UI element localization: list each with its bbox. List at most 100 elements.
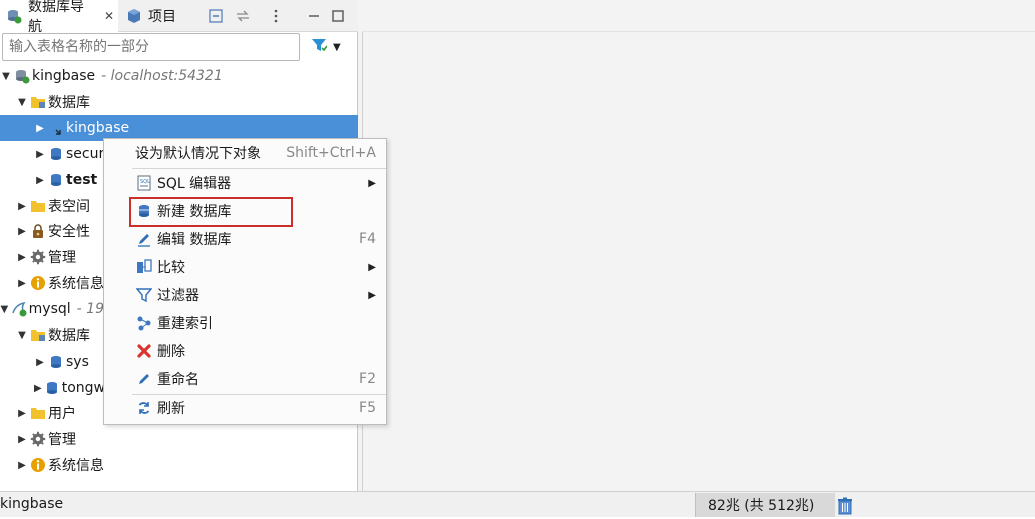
- tab-projects[interactable]: 项目: [120, 0, 180, 32]
- project-icon: [126, 8, 142, 24]
- folder-icon: [30, 198, 46, 214]
- svg-text:SQL: SQL: [140, 179, 150, 185]
- view-menu-icon[interactable]: [268, 8, 284, 24]
- tree-folder-admin[interactable]: ▶ 管理: [16, 244, 104, 270]
- collapsed-arrow-icon[interactable]: ▶: [34, 123, 46, 134]
- minimize-icon[interactable]: [306, 8, 322, 24]
- menu-compare[interactable]: 比较 ▶: [104, 254, 386, 280]
- tab-database-navigator[interactable]: 数据库导航 ✕: [0, 0, 118, 35]
- expanded-arrow-icon[interactable]: ▼: [0, 71, 12, 82]
- gear-icon: [30, 431, 46, 447]
- tree-folder-sysinfo[interactable]: ▶ 系统信息: [16, 270, 104, 296]
- connection-host: - 19: [76, 301, 104, 317]
- collapsed-arrow-icon[interactable]: ▶: [34, 149, 46, 160]
- menu-refresh[interactable]: 刷新 F5: [104, 395, 386, 421]
- menu-filter[interactable]: 过滤器 ▶: [104, 282, 386, 308]
- tree-label: 安全性: [48, 224, 90, 240]
- trash-icon[interactable]: [837, 497, 853, 515]
- collapsed-arrow-icon[interactable]: ▶: [16, 201, 28, 212]
- filter-settings-button[interactable]: ▼: [311, 38, 351, 56]
- collapsed-arrow-icon[interactable]: ▶: [16, 252, 28, 263]
- tree-label: test: [66, 172, 98, 188]
- collapsed-arrow-icon[interactable]: ▶: [34, 383, 42, 394]
- editor-tab-strip: [362, 0, 1035, 32]
- edit-icon: [136, 231, 152, 247]
- menu-label: 过滤器: [157, 288, 199, 304]
- collapse-all-icon[interactable]: [208, 8, 224, 24]
- chevron-down-icon: ▼: [333, 41, 341, 53]
- menu-shortcut: F2: [359, 371, 376, 387]
- tree-folder-sysinfo[interactable]: ▶ 系统信息: [16, 452, 136, 478]
- table-filter-input[interactable]: [2, 33, 300, 61]
- tree-folder-users[interactable]: ▶ 用户: [16, 400, 104, 426]
- expanded-arrow-icon[interactable]: ▼: [16, 97, 28, 108]
- collapsed-arrow-icon[interactable]: ▶: [34, 175, 46, 186]
- tree-db-tongw[interactable]: ▶ tongw: [34, 375, 104, 401]
- filter-icon: [311, 37, 328, 57]
- tree-folder-admin[interactable]: ▶ 管理: [16, 426, 136, 452]
- refresh-icon: [136, 400, 152, 416]
- close-icon[interactable]: ✕: [104, 9, 114, 23]
- menu-label: 重建索引: [157, 316, 213, 332]
- menu-shortcut: Shift+Ctrl+A: [286, 145, 376, 161]
- menu-label: 编辑 数据库: [157, 232, 232, 248]
- database-navigator-icon: [6, 8, 22, 24]
- connection-name: kingbase: [32, 68, 96, 84]
- tree-folder-tablespaces[interactable]: ▶ 表空间: [16, 193, 104, 219]
- expanded-arrow-icon[interactable]: ▼: [16, 330, 28, 341]
- rebuild-index-icon: [136, 315, 152, 331]
- heap-status[interactable]: 82兆 (共 512兆): [695, 493, 835, 517]
- menu-label: 删除: [157, 344, 185, 360]
- collapsed-arrow-icon[interactable]: ▶: [16, 460, 28, 471]
- connection-name: mysql: [28, 301, 71, 317]
- maximize-icon[interactable]: [330, 8, 346, 24]
- tree-label: tongw: [61, 380, 104, 396]
- tree-folder-security[interactable]: ▶ 安全性: [16, 218, 104, 244]
- submenu-arrow-icon: ▶: [368, 261, 376, 273]
- collapsed-arrow-icon[interactable]: ▶: [16, 408, 28, 419]
- tree-connection-kingbase[interactable]: ▼ kingbase - localhost:54321: [0, 63, 358, 89]
- tree-label: 系统信息: [48, 458, 104, 474]
- tree-db-test[interactable]: ▶ test: [34, 167, 104, 193]
- expanded-arrow-icon[interactable]: ▼: [0, 304, 9, 315]
- database-icon: [48, 354, 64, 370]
- tree-label: kingbase: [66, 120, 130, 136]
- menu-set-default[interactable]: 设为默认情况下对象 Shift+Ctrl+A: [104, 140, 386, 166]
- menu-rename[interactable]: 重命名 F2: [104, 366, 386, 392]
- tree-db-security[interactable]: ▶ secur: [34, 141, 114, 167]
- tab-label: 项目: [148, 9, 176, 25]
- collapsed-arrow-icon[interactable]: ▶: [16, 226, 28, 237]
- connection-host: - localhost:54321: [101, 68, 223, 84]
- tree-label: sys: [66, 354, 89, 370]
- database-icon: [48, 172, 64, 188]
- tree-db-sys[interactable]: ▶ sys: [34, 349, 104, 375]
- info-icon: [30, 457, 46, 473]
- navigator-tab-bar: 数据库导航 ✕ 项目: [0, 0, 358, 35]
- menu-edit-database[interactable]: 编辑 数据库 F4: [104, 226, 386, 252]
- tree-folder-databases[interactable]: ▼ 数据库: [16, 322, 104, 348]
- menu-delete[interactable]: 删除: [104, 338, 386, 364]
- mysql-icon: [11, 301, 27, 317]
- menu-shortcut: F5: [359, 400, 376, 416]
- database-icon: [48, 146, 64, 162]
- tree-connection-mysql[interactable]: ▼ mysql - 19: [0, 296, 104, 322]
- menu-sql-editor[interactable]: SQL SQL 编辑器 ▶: [104, 170, 386, 196]
- tree-folder-databases[interactable]: ▼ 数据库: [16, 89, 358, 115]
- link-with-editor-icon[interactable]: [234, 8, 252, 24]
- connection-icon: [14, 68, 30, 84]
- heap-status-label: 82兆 (共 512兆): [708, 498, 815, 514]
- rename-icon: [136, 371, 152, 387]
- collapsed-arrow-icon[interactable]: ▶: [16, 278, 28, 289]
- menu-label: 刷新: [157, 401, 185, 417]
- tree-label: 用户: [48, 406, 76, 422]
- compare-icon: [136, 259, 152, 275]
- folder-icon: [30, 94, 46, 110]
- delete-icon: [136, 343, 152, 359]
- collapsed-arrow-icon[interactable]: ▶: [16, 434, 28, 445]
- collapsed-arrow-icon[interactable]: ▶: [34, 357, 46, 368]
- menu-rebuild-index[interactable]: 重建索引: [104, 310, 386, 336]
- menu-label: 设为默认情况下对象: [135, 146, 261, 162]
- tree-label: 管理: [48, 432, 76, 448]
- tree-label: 系统信息: [48, 276, 104, 292]
- status-bar: [0, 491, 1035, 517]
